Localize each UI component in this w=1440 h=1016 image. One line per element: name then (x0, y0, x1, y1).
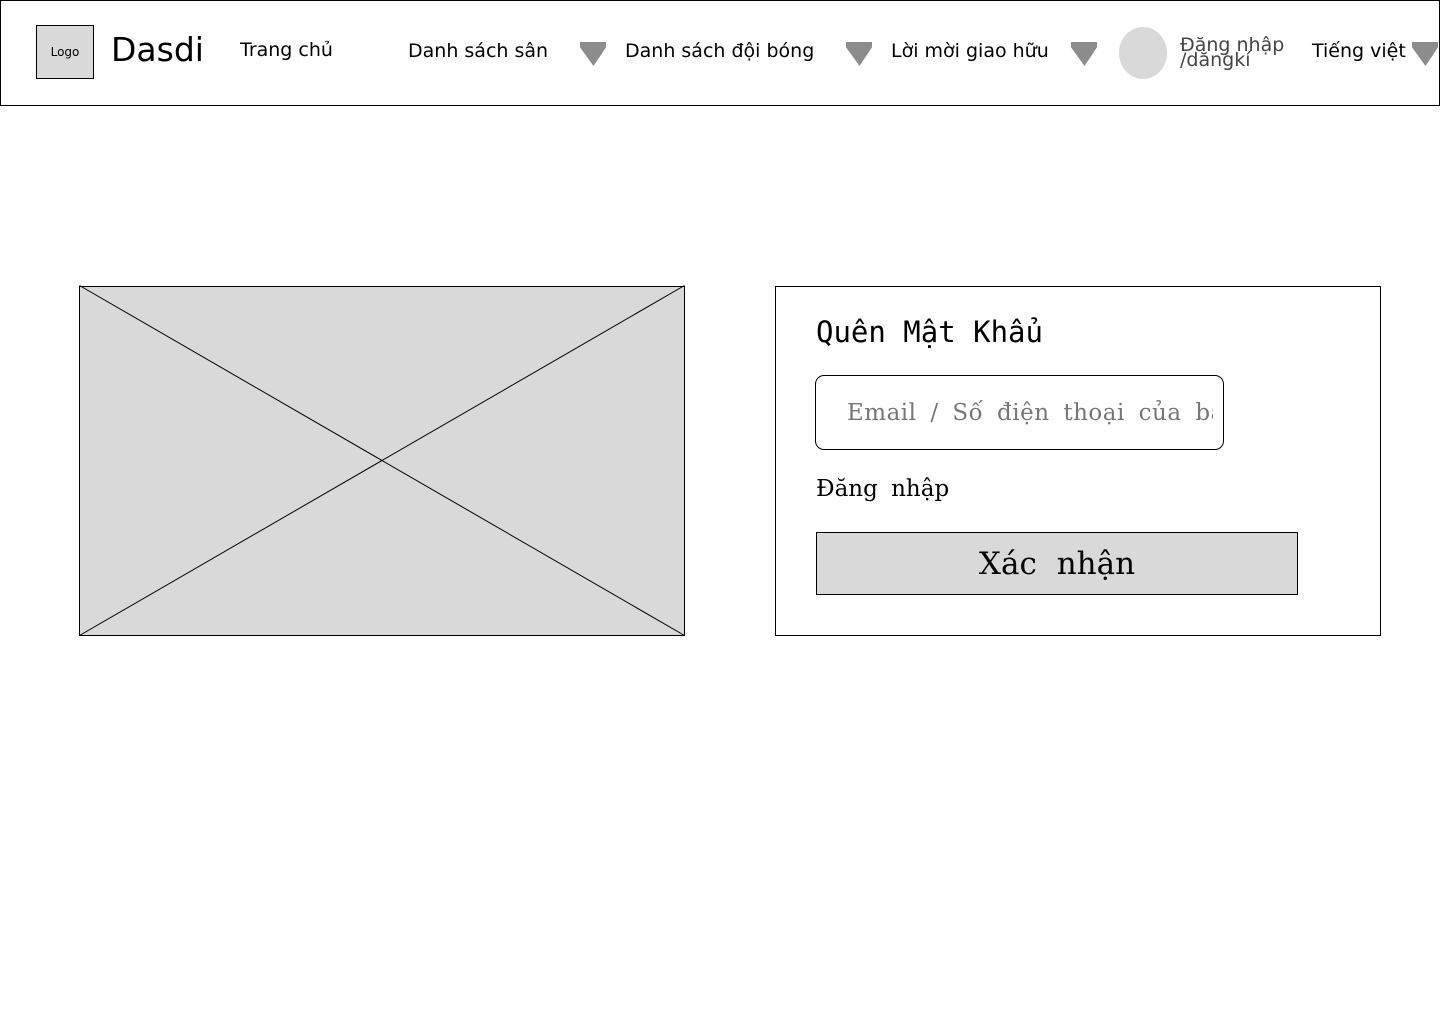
forgot-password-card: Quên Mật Khẩu Đăng nhập Xác nhận (775, 286, 1381, 636)
nav-invites[interactable]: Lời mời giao hữu (891, 39, 1049, 63)
nav-home[interactable]: Trang chủ (240, 38, 333, 62)
form-title: Quên Mật Khẩu (816, 315, 1043, 349)
chevron-down-icon[interactable] (846, 42, 872, 66)
brand-name[interactable]: Dasdi (111, 30, 204, 70)
email-phone-input[interactable] (815, 375, 1224, 450)
avatar[interactable] (1119, 27, 1167, 79)
logo[interactable]: Logo (36, 25, 94, 79)
confirm-button[interactable]: Xác nhận (816, 532, 1298, 595)
login-register-link[interactable]: Đăng nhập /dăngkí (1180, 36, 1284, 70)
language-selector[interactable]: Tiếng việt (1312, 39, 1406, 63)
nav-fields[interactable]: Danh sách sân (408, 39, 548, 63)
chevron-down-icon[interactable] (1071, 42, 1097, 66)
top-nav-bar: Logo Dasdi Trang chủ Danh sách sân Danh … (0, 0, 1440, 106)
image-placeholder-icon (79, 285, 685, 636)
login-link[interactable]: Đăng nhập (816, 475, 949, 503)
nav-teams[interactable]: Danh sách đội bóng (625, 39, 814, 63)
chevron-down-icon[interactable] (1412, 42, 1438, 66)
chevron-down-icon[interactable] (580, 42, 606, 66)
